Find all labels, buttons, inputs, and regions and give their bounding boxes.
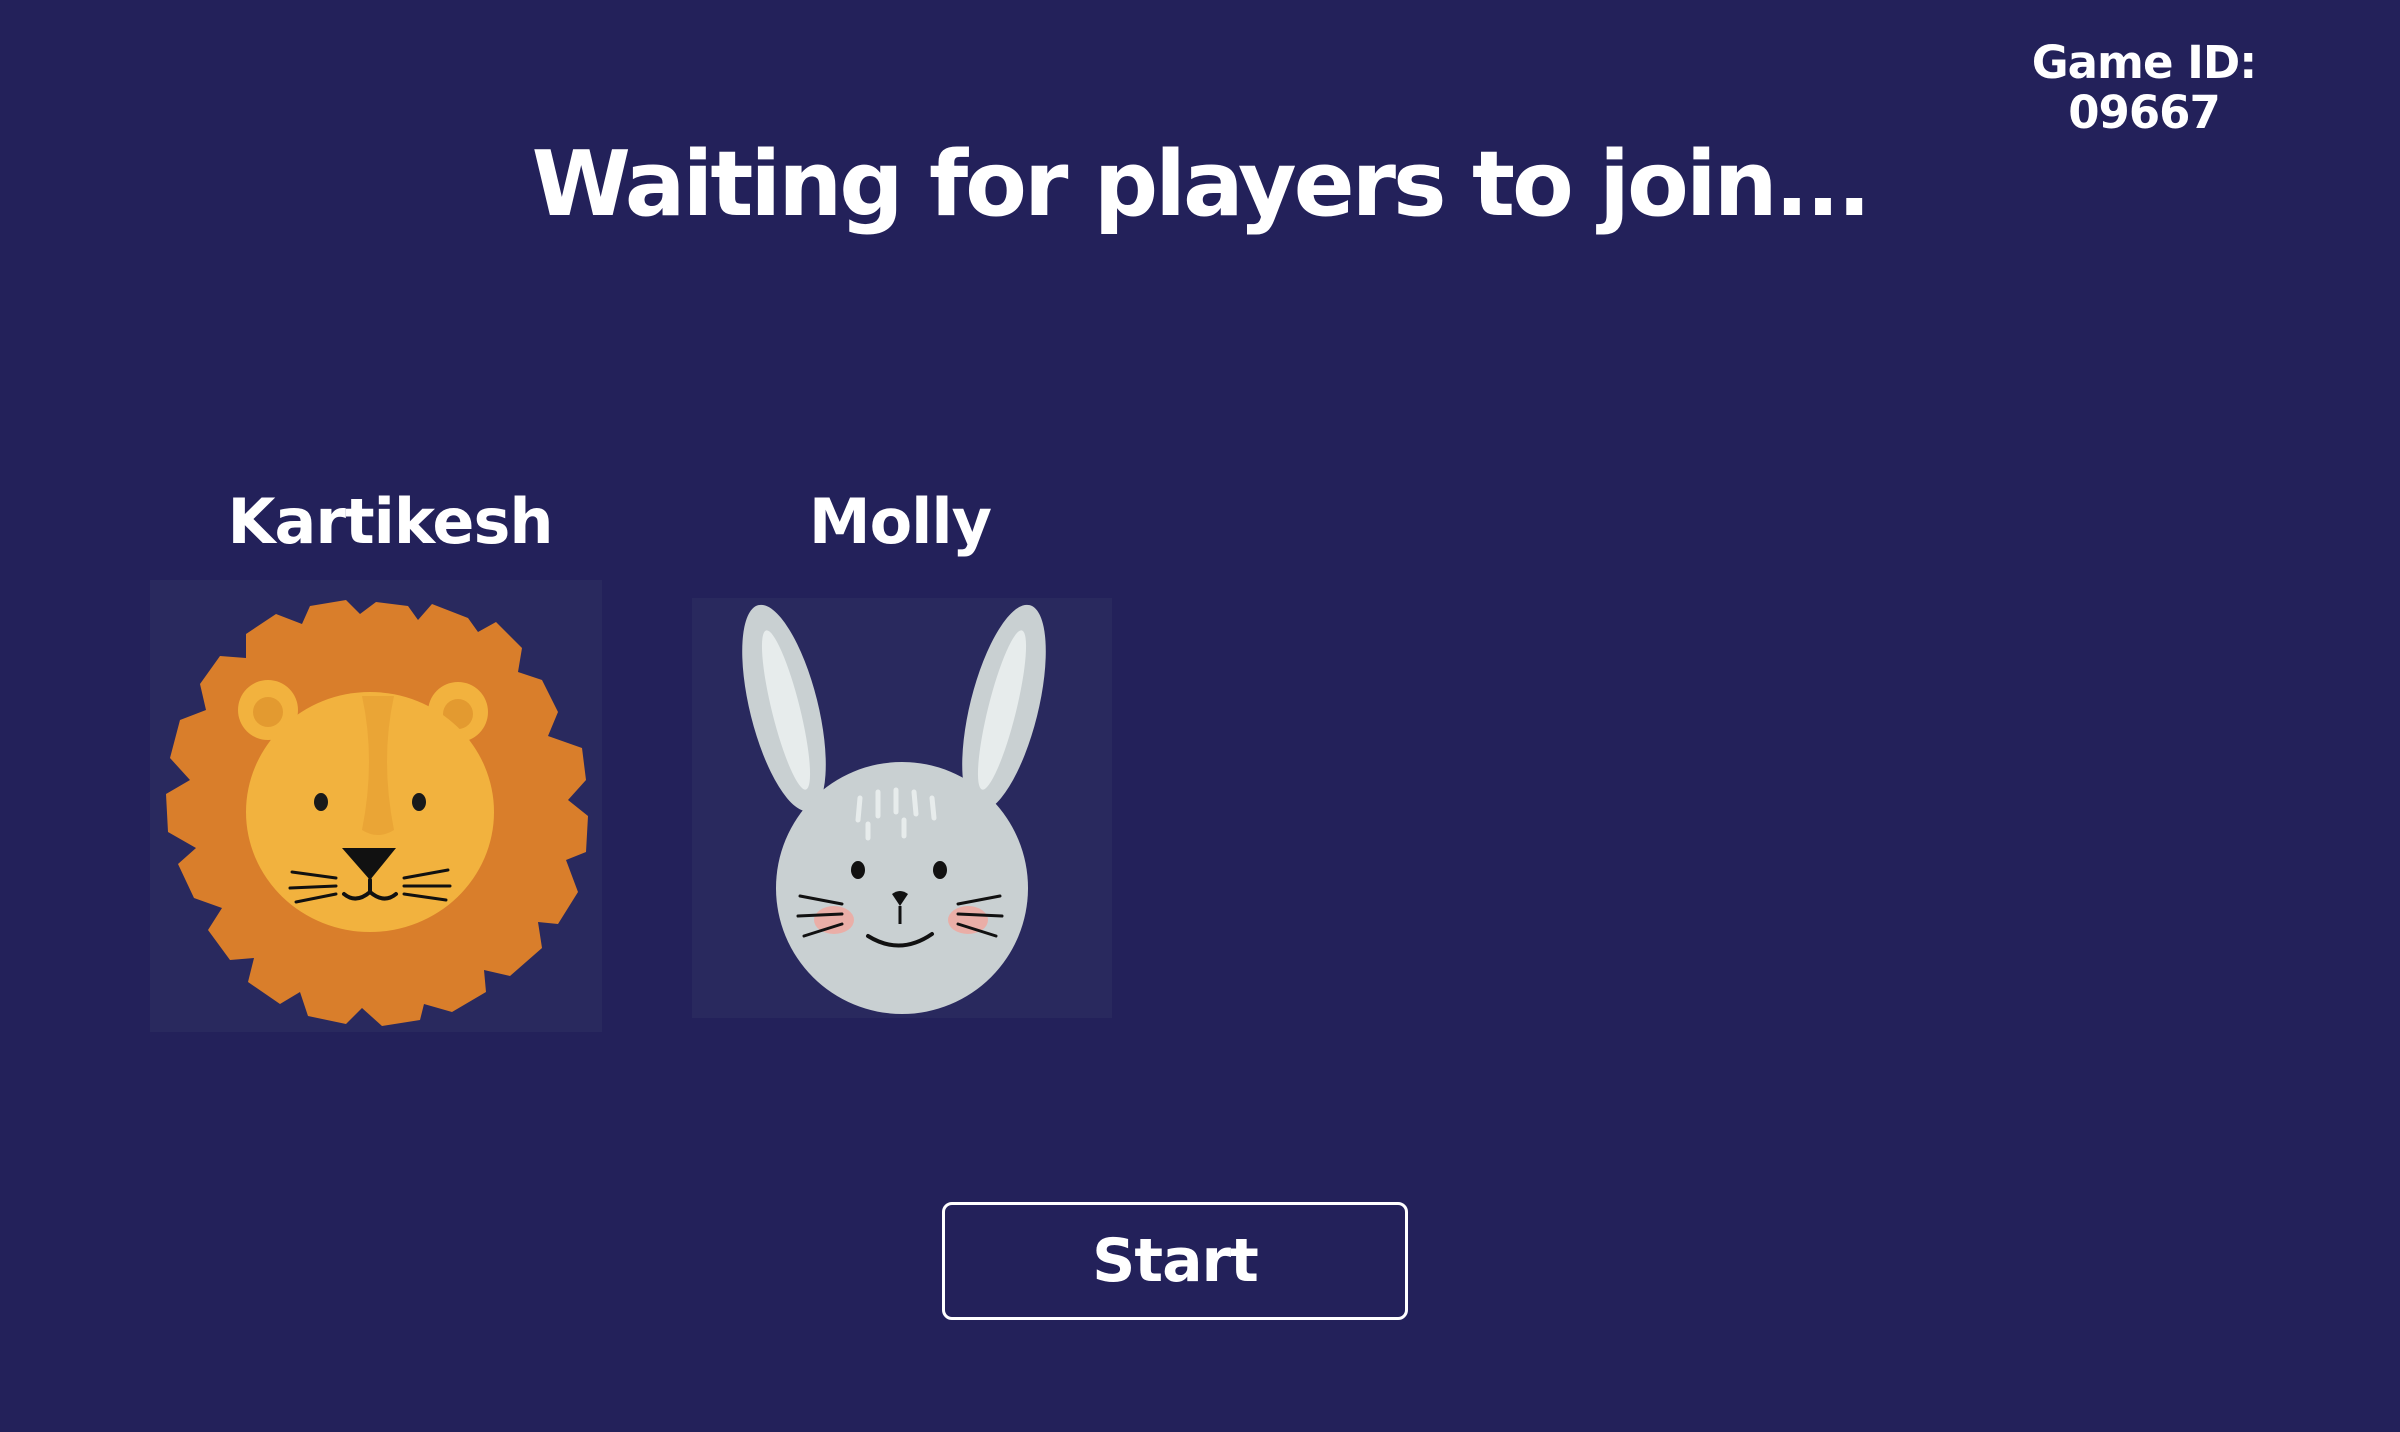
player-avatar xyxy=(692,598,1112,1018)
lobby-screen: Game ID: 09667 Waiting for players to jo… xyxy=(0,0,2400,1432)
player-name: Molly xyxy=(808,485,992,558)
lion-icon xyxy=(166,600,588,1026)
page-title: Waiting for players to join... xyxy=(531,132,1872,237)
player-avatar xyxy=(150,580,602,1032)
player-name: Kartikesh xyxy=(227,485,553,558)
game-id-label: Game ID: xyxy=(2031,36,2257,89)
game-id: Game ID: 09667 xyxy=(2004,38,2284,138)
start-button[interactable]: Start xyxy=(942,1202,1408,1320)
game-id-value: 09667 xyxy=(2068,86,2221,139)
bunny-icon xyxy=(742,604,1046,1014)
